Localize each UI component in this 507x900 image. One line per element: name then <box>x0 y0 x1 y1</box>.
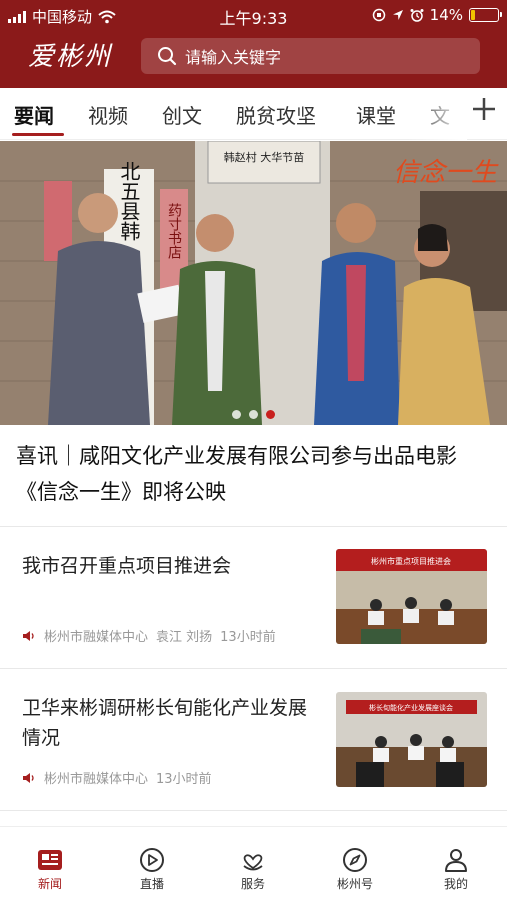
active-tab-indicator <box>12 133 64 136</box>
banner-sign-left: 北五县韩 <box>117 161 141 241</box>
battery-icon <box>469 8 502 22</box>
add-channel-icon[interactable] <box>471 96 497 128</box>
nav-service-label: 服务 <box>240 877 265 891</box>
rotation-lock-icon <box>372 8 385 22</box>
carousel-dot[interactable] <box>232 410 241 419</box>
news-meta: 彬州市融媒体中心 袁江 刘扬 13小时前 <box>22 626 276 645</box>
nav-binzhouhao[interactable]: 彬州号 <box>320 845 390 892</box>
play-icon <box>117 845 187 875</box>
headline-title[interactable]: 喜讯｜咸阳文化产业发展有限公司参与出品电影《信念一生》即将公映 <box>16 438 496 510</box>
app-logo[interactable]: 爱彬州 <box>28 36 112 73</box>
banner-image: 北五县韩 韩赵村 大华节苗 药寸书店 信念一生 <box>0 141 507 425</box>
speaker-icon[interactable] <box>22 772 36 784</box>
alarm-icon <box>410 9 424 22</box>
tab-yaowen[interactable]: 要闻 <box>14 100 54 129</box>
nav-news-label: 新闻 <box>37 877 62 891</box>
speaker-icon[interactable] <box>22 630 36 642</box>
search-bar[interactable]: 请输入关键字 <box>141 38 480 74</box>
news-title[interactable]: 卫华来彬调研彬长旬能化产业发展情况 <box>22 693 312 753</box>
tab-chuangwen[interactable]: 创文 <box>162 100 202 129</box>
carousel-dot-active[interactable] <box>266 410 275 419</box>
banner-sign-poster: 韩赵村 大华节苗 <box>224 150 305 164</box>
news-title[interactable]: 我市召开重点项目推进会 <box>22 551 312 581</box>
category-tabs: 要闻 视频 创文 脱贫攻坚 课堂 文 <box>0 88 507 140</box>
app-root: 中国移动 上午9:33 14% 爱彬州 请输入关键字 要闻 视频 创文 脱贫攻坚… <box>0 0 507 900</box>
svg-text:彬长旬能化产业发展座谈会: 彬长旬能化产业发展座谈会 <box>369 703 453 712</box>
news-authors: 袁江 刘扬 <box>156 630 213 645</box>
location-icon <box>392 10 403 20</box>
news-source: 彬州市融媒体中心 <box>44 772 149 787</box>
battery-percent: 14% <box>429 6 463 24</box>
news-meta: 彬州市融媒体中心 13小时前 <box>22 768 212 787</box>
tab-tuopin[interactable]: 脱贫攻坚 <box>236 100 316 129</box>
nav-live[interactable]: 直播 <box>117 845 187 892</box>
nav-binzhouhao-label: 彬州号 <box>336 877 373 891</box>
search-placeholder: 请输入关键字 <box>185 48 282 67</box>
tab-shipin[interactable]: 视频 <box>88 100 128 129</box>
user-icon <box>421 845 491 875</box>
nav-live-label: 直播 <box>139 877 164 891</box>
news-time: 13小时前 <box>156 772 212 787</box>
banner-film-logo: 信念一生 <box>393 158 499 188</box>
compass-icon <box>320 845 390 875</box>
tab-ketang[interactable]: 课堂 <box>356 100 396 129</box>
top-bar: 中国移动 上午9:33 14% 爱彬州 请输入关键字 <box>0 0 507 88</box>
news-time: 13小时前 <box>220 630 276 645</box>
news-thumbnail[interactable]: 彬长旬能化产业发展座谈会 <box>336 692 487 787</box>
nav-mine[interactable]: 我的 <box>421 845 491 892</box>
news-thumbnail[interactable]: 彬州市重点项目推进会 <box>336 549 487 644</box>
nav-service[interactable]: 服务 <box>218 845 288 892</box>
banner-sign-red: 药寸书店 <box>166 203 182 259</box>
service-icon <box>218 845 288 875</box>
carousel-dots <box>0 410 507 419</box>
svg-text:彬州市重点项目推进会: 彬州市重点项目推进会 <box>371 556 451 566</box>
nav-news[interactable]: 新闻 <box>15 845 85 892</box>
news-icon <box>15 845 85 875</box>
search-icon <box>158 47 177 66</box>
carousel-banner[interactable]: 北五县韩 韩赵村 大华节苗 药寸书店 信念一生 <box>0 141 507 425</box>
nav-mine-label: 我的 <box>443 877 468 891</box>
carousel-dot[interactable] <box>249 410 258 419</box>
bottom-nav: 新闻 直播 服务 彬州号 我的 <box>0 826 507 900</box>
news-source: 彬州市融媒体中心 <box>44 630 149 645</box>
status-bar: 中国移动 上午9:33 14% <box>0 0 507 30</box>
